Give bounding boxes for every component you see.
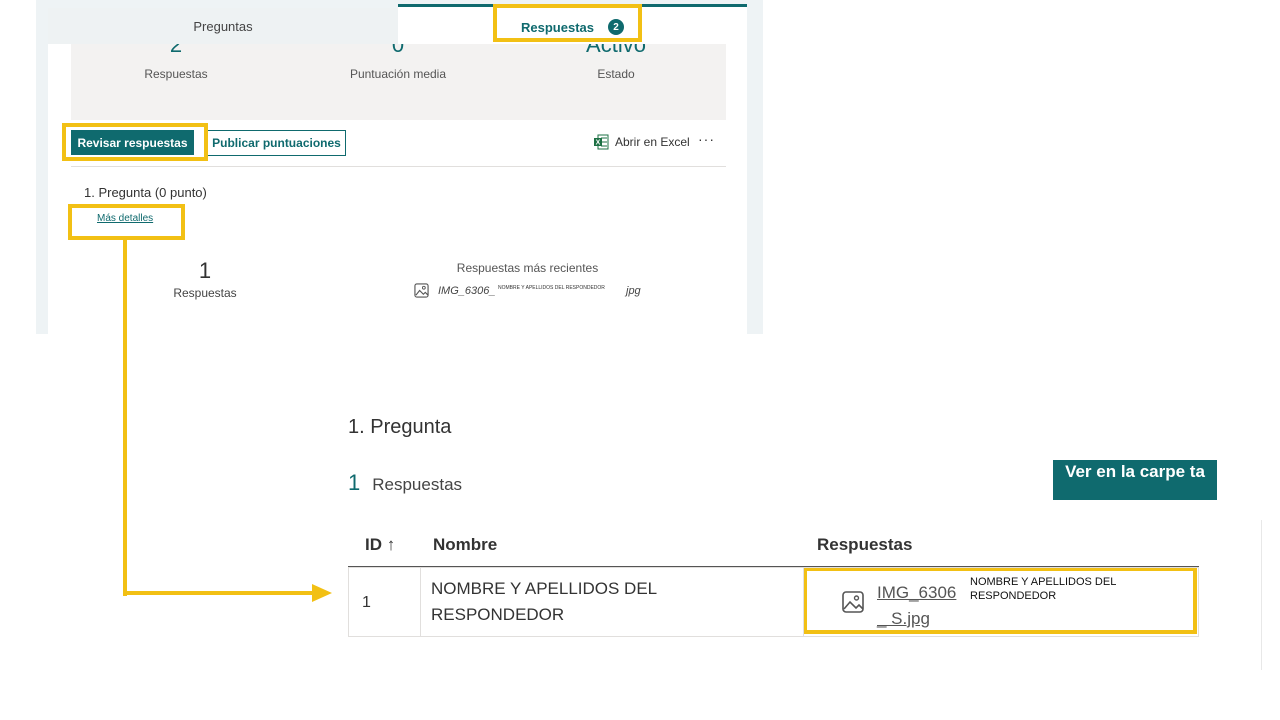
stats-summary: 2 Respuestas 0 Puntuación media Activo E… [71,44,726,120]
excel-icon: X [594,134,609,150]
detail-count-value: 1 [348,470,361,495]
highlight-mas-detalles [68,204,185,240]
stat-value: 0 [391,44,405,57]
column-header-respuestas[interactable]: Respuestas [817,535,912,555]
divider [71,166,726,167]
image-icon [414,283,429,298]
recent-file-link[interactable]: IMG_6306_ [414,283,495,298]
detail-count-label: Respuestas [372,475,463,494]
question-response-count: 1 Respuestas [150,258,260,300]
highlight-respuestas-tab [493,4,642,42]
ver-en-la-carpeta-button[interactable]: Ver en la carpe ta [1053,460,1217,500]
abrir-en-excel-button[interactable]: X Abrir en Excel [593,134,690,150]
response-count-value: 1 [198,258,212,283]
tab-preguntas[interactable]: Preguntas [48,8,398,44]
question-title: 1. Pregunta (0 punto) [84,185,207,200]
column-divider [420,567,421,637]
cell-nombre: NOMBRE Y APELLIDOS DEL RESPONDEDOR [431,579,657,624]
svg-text:X: X [596,140,601,147]
stat-label: Respuestas [144,67,208,81]
cell-id: 1 [362,594,371,611]
detail-question-title: 1. Pregunta [348,416,452,438]
file-name: IMG_6306_ S.jpg [877,583,957,628]
column-divider [803,567,804,637]
stat-label: Estado [597,67,635,81]
highlight-revisar-button [62,123,208,161]
stat-value: 2 [169,44,183,57]
image-icon [842,591,864,613]
tab-preguntas-label: Preguntas [193,18,253,34]
recent-file-prefix: IMG_6306_ [438,284,496,297]
file-name-overlay: NOMBRE Y APELLIDOS DEL RESPONDEDOR [970,576,1116,602]
stat-label: Puntuación media [349,67,447,81]
connector-vertical [123,238,127,596]
recent-file-ext: jpg [626,285,641,297]
column-header-id[interactable]: ID ↑ [365,535,395,555]
recent-responses-label: Respuestas más recientes [456,261,599,275]
edge-line [1261,520,1262,670]
recent-file-name-overlay: NOMBRE Y APELLIDOS DEL RESPONDEDOR [498,285,605,291]
excel-label: Abrir en Excel [615,135,690,149]
publicar-puntuaciones-button[interactable]: Publicar puntuaciones [207,130,346,156]
column-header-nombre[interactable]: Nombre [433,535,497,555]
arrow-head-icon [312,584,332,602]
tab-bar: Preguntas Respuestas 2 [48,0,747,47]
stat-value: Activo [586,44,646,57]
connector-horizontal [123,591,319,595]
cell-file-link[interactable]: IMG_6306_ S.jpg [841,580,963,632]
detail-response-count: 1 Respuestas [348,470,462,496]
response-count-label: Respuestas [173,286,237,300]
more-options-icon[interactable]: ··· [698,131,715,147]
